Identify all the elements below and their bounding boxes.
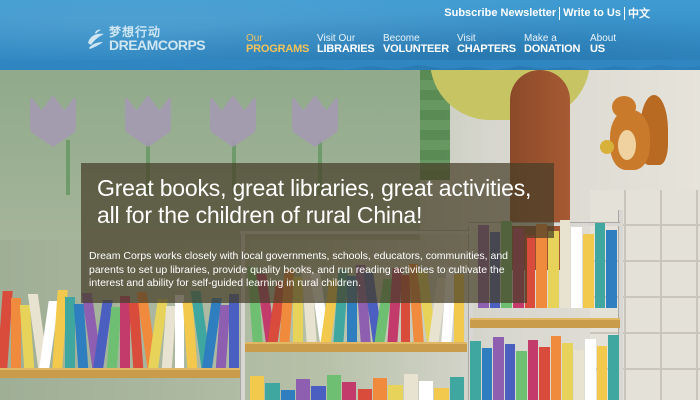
- book-spine: [548, 231, 559, 308]
- subscribe-newsletter-link[interactable]: Subscribe Newsletter: [444, 7, 556, 19]
- book-spine: [539, 347, 550, 400]
- book-spine: [372, 378, 388, 400]
- book-spine: [229, 294, 239, 368]
- hero-headline-line-1: Great books, great libraries, great acti…: [97, 175, 532, 201]
- book-spine: [449, 377, 464, 400]
- book-spine: [562, 343, 573, 400]
- shelf-board: [245, 342, 467, 352]
- shelf-board: [470, 318, 620, 328]
- dreamcorps-logo[interactable]: 梦想行动 DREAMCORPS: [85, 26, 206, 53]
- logo-text: 梦想行动 DREAMCORPS: [109, 26, 206, 53]
- book-spine: [594, 223, 606, 308]
- nav-libraries-label: LIBRARIES: [317, 43, 375, 55]
- book-spine: [357, 389, 372, 400]
- header-torn-edge: [0, 60, 700, 70]
- book-spine: [403, 374, 418, 400]
- book-spine: [418, 381, 434, 400]
- book-spine: [550, 336, 562, 400]
- book-spine: [559, 220, 571, 308]
- hero-headline: Great books, great libraries, great acti…: [97, 175, 554, 229]
- books-lower-middle: [250, 372, 465, 400]
- write-to-us-link[interactable]: Write to Us: [563, 7, 621, 19]
- book-spine: [434, 388, 449, 400]
- nav-donation-label: DONATION: [524, 43, 581, 55]
- nav-chapters[interactable]: Visit CHAPTERS: [457, 34, 516, 55]
- nav-about-us[interactable]: About US: [590, 34, 616, 55]
- book-spine: [311, 386, 326, 400]
- book-spine: [527, 340, 539, 400]
- hero-description-box: Dream Corps works closely with local gov…: [81, 238, 527, 303]
- nav-donation[interactable]: Make a DONATION: [524, 34, 581, 55]
- nav-chapters-label: CHAPTERS: [457, 43, 516, 55]
- book-spine: [585, 339, 596, 400]
- hero-headline-line-2: all for the children of rural China!: [97, 202, 423, 228]
- nav-volunteer-label: VOLUNTEER: [383, 43, 450, 55]
- hero-headline-box: Great books, great libraries, great acti…: [81, 163, 554, 238]
- separator: [559, 6, 561, 20]
- chinese-language-link[interactable]: 中文: [628, 5, 650, 21]
- book-spine: [342, 382, 357, 400]
- book-spine: [573, 350, 585, 400]
- separator: [624, 6, 625, 20]
- squirrel-belly: [618, 130, 636, 160]
- book-spine: [571, 227, 582, 308]
- acorn: [600, 140, 614, 154]
- hero-description: Dream Corps works closely with local gov…: [89, 250, 509, 289]
- nav-libraries[interactable]: Visit Our LIBRARIES: [317, 34, 375, 55]
- shelf-board: [0, 368, 240, 378]
- book-spine: [606, 230, 617, 308]
- book-spine: [470, 341, 481, 400]
- book-spine: [583, 234, 594, 308]
- book-spine: [608, 335, 619, 400]
- book-spine: [493, 337, 504, 400]
- nav-volunteer[interactable]: Become VOLUNTEER: [383, 34, 450, 55]
- books-lower-right: [470, 330, 620, 400]
- book-spine: [326, 375, 342, 400]
- book-spine: [481, 348, 493, 400]
- utility-links: Subscribe Newsletter Write to Us 中文: [444, 5, 650, 21]
- book-spine: [388, 385, 403, 400]
- book-spine: [265, 383, 280, 400]
- tulip-stem: [66, 140, 70, 195]
- book-spine: [250, 376, 265, 400]
- nav-about-label: US: [590, 43, 605, 55]
- book-spine: [596, 346, 608, 400]
- book-spine: [516, 351, 527, 400]
- nav-programs[interactable]: Our PROGRAMS: [246, 34, 310, 55]
- squirrel-head: [612, 96, 636, 118]
- book-spine: [280, 390, 296, 400]
- leaf-logo-icon: [85, 28, 107, 50]
- book-spine: [504, 344, 516, 400]
- book-spine: [296, 379, 311, 400]
- nav-programs-label: PROGRAMS: [246, 43, 310, 55]
- logo-english-text: DREAMCORPS: [109, 37, 206, 53]
